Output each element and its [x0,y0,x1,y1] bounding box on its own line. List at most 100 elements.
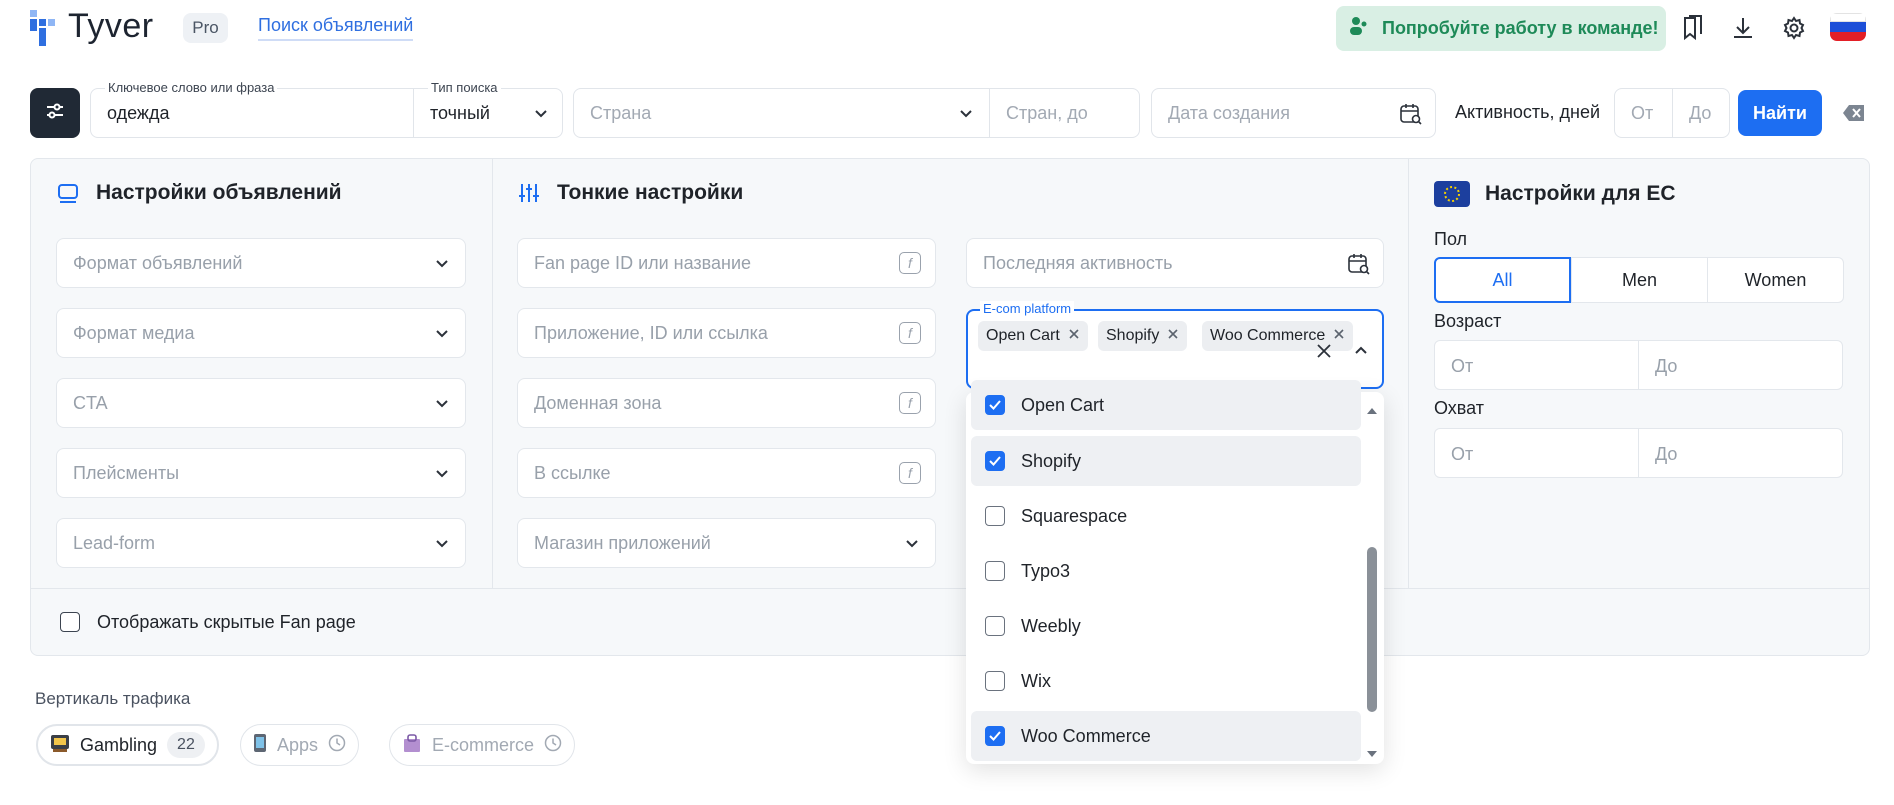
app-store-select[interactable]: Магазин приложений [517,518,936,568]
search-type-select[interactable]: Тип поиска точный [413,80,563,138]
bookmarks-icon[interactable] [1676,12,1708,44]
checkbox[interactable] [985,671,1005,691]
chevron-up-icon[interactable] [1354,343,1368,357]
chip-close-icon[interactable] [1068,327,1080,345]
reach-from-input[interactable]: От [1434,428,1639,478]
checkbox[interactable] [985,506,1005,526]
last-activity-input[interactable]: Последняя активность [966,238,1384,288]
traffic-chip-label: Apps [277,734,319,755]
traffic-chip-label: E-commerce [432,734,535,755]
shopping-bag-icon [402,733,422,758]
chevron-down-icon [906,540,918,548]
traffic-chip-ecommerce[interactable]: E-commerce [389,724,576,766]
traffic-chip-gambling[interactable]: Gambling 22 [36,724,219,766]
created-date-placeholder: Дата создания [1168,103,1290,123]
chevron-down-icon [535,110,547,118]
activity-to-input[interactable]: До [1672,88,1730,138]
domain-zone-input[interactable]: Доменная зона f [517,378,936,428]
traffic-chip-label: Gambling [80,734,158,755]
option-label: Weebly [1021,615,1081,636]
gear-icon[interactable] [1778,12,1810,44]
gender-men-option[interactable]: Men [1571,257,1708,303]
ad-format-select[interactable]: Формат объявлений [56,238,466,288]
gender-women-option[interactable]: Women [1707,257,1844,303]
activity-from-placeholder: От [1631,103,1654,123]
option-wix[interactable]: Wix [971,656,1361,706]
cta-placeholder: CTA [73,393,108,413]
find-button[interactable]: Найти [1738,90,1822,136]
chip-close-icon[interactable] [1167,327,1179,345]
age-from-input[interactable]: От [1434,340,1639,390]
created-date-input[interactable]: Дата создания [1151,88,1436,138]
calendar-search-icon [1348,254,1370,275]
function-icon: f [899,322,921,344]
clear-all-icon[interactable] [1316,343,1332,364]
scrollbar-thumb[interactable] [1367,547,1377,712]
ecom-platform-select[interactable]: E-com platform Open Cart Shopify Woo Com… [966,301,1384,389]
traffic-chip-apps[interactable]: Apps [240,724,360,766]
keyword-label: Ключевое слово или фраза [105,80,278,95]
media-format-placeholder: Формат медиа [73,323,195,343]
ad-format-placeholder: Формат объявлений [73,253,243,273]
scroll-up-arrow-icon[interactable] [1366,402,1378,420]
app-input[interactable]: Приложение, ID или ссылка f [517,308,936,358]
option-squarespace[interactable]: Squarespace [971,491,1361,541]
scroll-down-arrow-icon[interactable] [1366,745,1378,763]
option-shopify[interactable]: Shopify [971,436,1361,486]
clock-icon [328,734,346,757]
activity-from-input[interactable]: От [1614,88,1673,138]
filters-toggle-button[interactable] [30,88,80,138]
eu-flag-icon [1434,181,1470,207]
fan-page-input[interactable]: Fan page ID или название f [517,238,936,288]
app-placeholder: Приложение, ID или ссылка [534,323,768,343]
lead-form-placeholder: Lead-form [73,533,156,553]
try-team-button[interactable]: Попробуйте работу в команде! [1336,6,1666,51]
function-icon: f [899,392,921,414]
checkbox-checked[interactable] [985,395,1005,415]
divider [1408,159,1409,589]
chevron-down-icon [436,540,448,548]
fine-settings-icon [518,182,540,209]
reach-to-input[interactable]: До [1638,428,1843,478]
in-link-input[interactable]: В ссылке f [517,448,936,498]
country-select[interactable]: Страна [573,88,990,138]
cta-select[interactable]: CTA [56,378,466,428]
checkbox[interactable] [985,561,1005,581]
gender-label: Пол [1434,229,1468,249]
option-label: Open Cart [1021,394,1105,415]
nav-search-ads-link[interactable]: Поиск объявлений [258,15,414,41]
language-flag-icon[interactable] [1830,13,1866,41]
chip-close-icon[interactable] [1333,327,1345,345]
clear-backspace-icon[interactable] [1842,103,1866,128]
checkbox-checked[interactable] [985,451,1005,471]
keyword-field[interactable]: Ключевое слово или фраза одежда [90,80,414,138]
fine-settings-title: Тонкие настройки [557,181,744,204]
option-typo3[interactable]: Typo3 [971,546,1361,596]
search-type-label: Тип поиска [428,80,501,95]
hidden-fan-page-label: Отображать скрытые Fan page [97,612,356,632]
hidden-fan-page-checkbox[interactable] [60,612,80,632]
in-link-placeholder: В ссылке [534,463,611,483]
app-store-placeholder: Магазин приложений [534,533,711,553]
option-woo-commerce[interactable]: Woo Commerce [971,711,1361,761]
domain-zone-placeholder: Доменная зона [534,393,662,413]
activity-label: Активность, дней [1455,102,1601,122]
option-open-cart[interactable]: Open Cart [971,380,1361,430]
download-icon[interactable] [1727,12,1759,44]
placements-select[interactable]: Плейсменты [56,448,466,498]
lead-form-select[interactable]: Lead-form [56,518,466,568]
media-format-select[interactable]: Формат медиа [56,308,466,358]
checkbox[interactable] [985,616,1005,636]
keyword-value: одежда [107,103,170,123]
logo-icon [30,10,58,46]
traffic-vertical-label: Вертикаль трафика [35,689,191,708]
checkbox-checked[interactable] [985,726,1005,746]
calendar-search-icon [1400,104,1422,125]
gender-all-option[interactable]: All [1434,257,1571,303]
chevron-down-icon [436,400,448,408]
age-to-input[interactable]: До [1638,340,1843,390]
country-to-input[interactable]: Стран, до [989,88,1140,138]
users-icon [1350,16,1368,41]
ecom-options-dropdown: Open Cart Shopify Squarespace Typo3 Weeb… [966,380,1384,764]
option-weebly[interactable]: Weebly [971,601,1361,651]
